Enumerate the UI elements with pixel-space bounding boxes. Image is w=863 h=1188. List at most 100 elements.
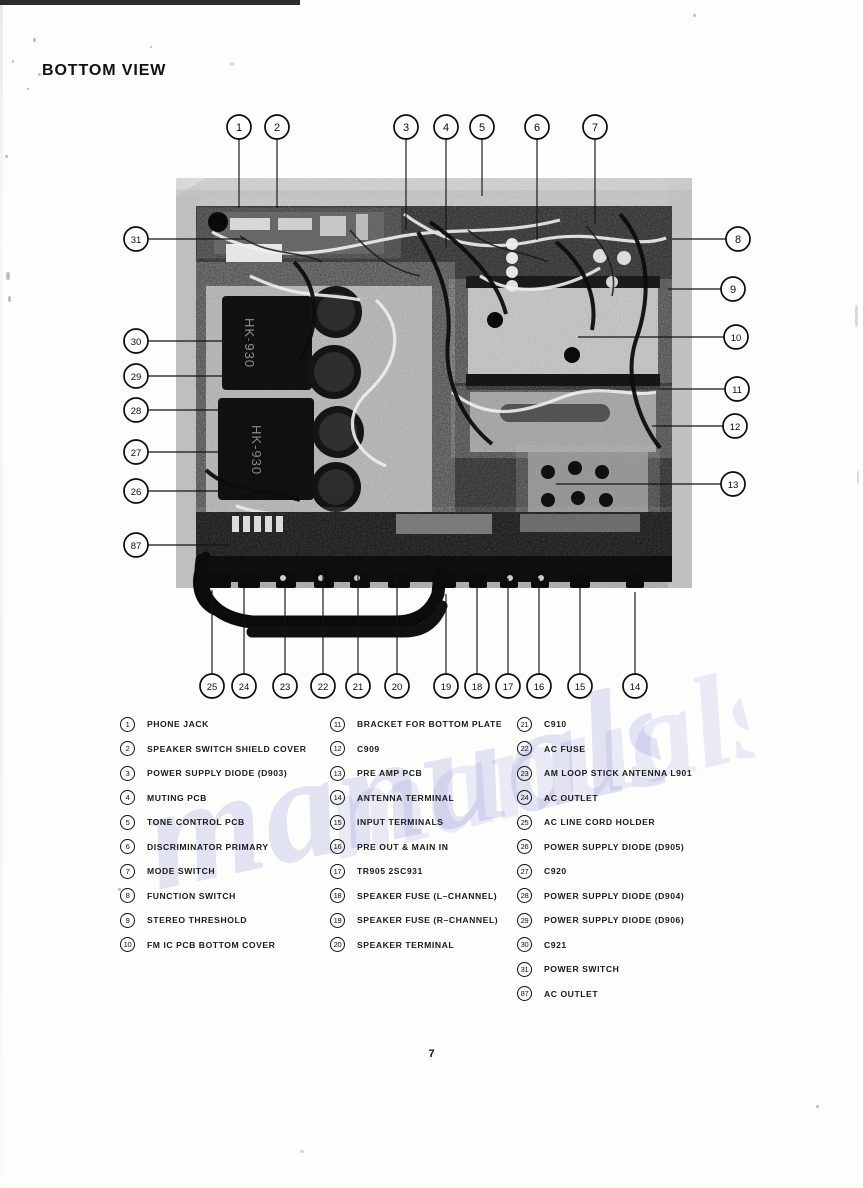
legend-item: 22 AC FUSE	[517, 737, 747, 762]
callout-14[interactable]: 14	[622, 673, 648, 699]
legend-column-3: 21 C910 22 AC FUSE 23 AM LOOP STICK ANTENNA L…	[517, 712, 747, 1006]
callout-number: 28	[131, 406, 142, 417]
callout-3[interactable]: 3	[393, 114, 419, 140]
legend-item-label: AC OUTLET	[544, 988, 599, 999]
legend-item-label: POWER SUPPLY DIODE (D905)	[544, 841, 685, 852]
callout-number: 19	[441, 682, 452, 693]
callout-5[interactable]: 5	[469, 114, 495, 140]
callout-87[interactable]: 87	[123, 532, 149, 558]
legend-item-number: 31	[517, 961, 532, 977]
callout-29[interactable]: 29	[123, 363, 149, 389]
legend-item: 27 C920	[517, 859, 747, 884]
legend-item-label: AC LINE CORD HOLDER	[544, 817, 656, 828]
callout-number: 15	[575, 682, 586, 693]
callout-23[interactable]: 23	[272, 673, 298, 699]
legend-item-label: ANTENNA TERMINAL	[357, 792, 455, 803]
legend-item-label: BRACKET FOR BOTTOM PLATE	[357, 719, 503, 730]
callout-13[interactable]: 13	[720, 471, 746, 497]
callout-number: 12	[730, 422, 741, 433]
callout-4[interactable]: 4	[433, 114, 459, 140]
legend-item-label: TR905 2SC931	[357, 866, 423, 877]
legend-column-1: 1 PHONE JACK 2 SPEAKER SWITCH SHIELD COVER 3…	[120, 712, 335, 957]
callout-31[interactable]: 31	[123, 226, 149, 252]
callout-26[interactable]: 26	[123, 478, 149, 504]
legend-item: 20 SPEAKER TERMINAL	[330, 933, 520, 958]
legend-item-label: C909	[357, 743, 380, 754]
callout-2[interactable]: 2	[264, 114, 290, 140]
legend-item: 6 DISCRIMINATOR PRIMARY	[120, 835, 335, 860]
callout-7[interactable]: 7	[582, 114, 608, 140]
callout-22[interactable]: 22	[310, 673, 336, 699]
callout-number: 21	[353, 682, 364, 693]
callout-number: 9	[730, 284, 736, 296]
callout-number: 29	[131, 372, 142, 383]
page-number: 7	[428, 1048, 435, 1060]
legend-item: 11 BRACKET FOR BOTTOM PLATE	[330, 712, 520, 737]
callout-number: 22	[318, 682, 329, 693]
callout-27[interactable]: 27	[123, 439, 149, 465]
callout-number: 3	[403, 122, 409, 134]
callout-9[interactable]: 9	[720, 276, 746, 302]
callout-number: 23	[280, 682, 291, 693]
callout-16[interactable]: 16	[526, 673, 552, 699]
manual-page: manualslib manuals BOTTOM VIEW HK-930 HK…	[0, 0, 863, 1188]
bottom-view-diagram: HK-930 HK-930 1 2 3 4 5 6 7 8 9 10 11 12…	[0, 0, 863, 720]
legend-item-label: POWER SUPPLY DIODE (D903)	[147, 768, 288, 779]
callout-number: 7	[592, 122, 598, 134]
callout-28[interactable]: 28	[123, 397, 149, 423]
legend-item: 2 SPEAKER SWITCH SHIELD COVER	[120, 737, 335, 762]
legend-item-number: 26	[517, 839, 532, 855]
legend-item: 8 FUNCTION SWITCH	[120, 884, 335, 909]
legend-item-number: 87	[517, 986, 532, 1002]
legend-item-label: AM LOOP STICK ANTENNA L901	[544, 768, 693, 779]
callout-21[interactable]: 21	[345, 673, 371, 699]
callout-number: 5	[479, 122, 485, 134]
callout-number: 16	[534, 682, 545, 693]
legend-item: 16 PRE OUT & MAIN IN	[330, 835, 520, 860]
callout-18[interactable]: 18	[464, 673, 490, 699]
callout-25[interactable]: 25	[199, 673, 225, 699]
callout-12[interactable]: 12	[722, 413, 748, 439]
callout-8[interactable]: 8	[725, 226, 751, 252]
legend-item-number: 7	[120, 863, 135, 879]
legend-item-number: 23	[517, 765, 532, 781]
legend-item-number: 22	[517, 741, 532, 757]
legend-item: 31 POWER SWITCH	[517, 957, 747, 982]
legend-item-number: 9	[120, 912, 135, 928]
callout-20[interactable]: 20	[384, 673, 410, 699]
legend-item-label: TONE CONTROL PCB	[147, 817, 245, 828]
legend-item: 15 INPUT TERMINALS	[330, 810, 520, 835]
chassis-photograph: HK-930 HK-930	[176, 178, 692, 588]
callout-24[interactable]: 24	[231, 673, 257, 699]
callout-6[interactable]: 6	[524, 114, 550, 140]
legend-item-label: PRE AMP PCB	[357, 768, 423, 779]
callout-17[interactable]: 17	[495, 673, 521, 699]
callout-19[interactable]: 19	[433, 673, 459, 699]
legend-item-label: SPEAKER FUSE (L–CHANNEL)	[357, 890, 498, 901]
legend-item-number: 13	[330, 765, 345, 781]
callout-number: 24	[239, 682, 250, 693]
legend-item-number: 5	[120, 814, 135, 830]
legend-item: 5 TONE CONTROL PCB	[120, 810, 335, 835]
callout-10[interactable]: 10	[723, 324, 749, 350]
legend-item-number: 14	[330, 790, 345, 806]
legend-item-number: 24	[517, 790, 532, 806]
legend-item: 30 C921	[517, 933, 747, 958]
callout-number: 6	[534, 122, 540, 134]
legend-item: 18 SPEAKER FUSE (L–CHANNEL)	[330, 884, 520, 909]
legend-item: 87 AC OUTLET	[517, 982, 747, 1007]
callout-30[interactable]: 30	[123, 328, 149, 354]
legend-item-number: 19	[330, 912, 345, 928]
legend-item-label: INPUT TERMINALS	[357, 817, 444, 828]
legend-item-label: SPEAKER SWITCH SHIELD COVER	[147, 743, 307, 754]
legend-item-number: 29	[517, 912, 532, 928]
legend-item-label: MODE SWITCH	[147, 866, 216, 877]
legend-item: 28 POWER SUPPLY DIODE (D904)	[517, 884, 747, 909]
callout-15[interactable]: 15	[567, 673, 593, 699]
callout-11[interactable]: 11	[724, 376, 750, 402]
legend-item-label: DISCRIMINATOR PRIMARY	[147, 841, 269, 852]
callout-number: 14	[630, 682, 641, 693]
legend-item-number: 15	[330, 814, 345, 830]
callout-number: 87	[131, 541, 142, 552]
callout-1[interactable]: 1	[226, 114, 252, 140]
